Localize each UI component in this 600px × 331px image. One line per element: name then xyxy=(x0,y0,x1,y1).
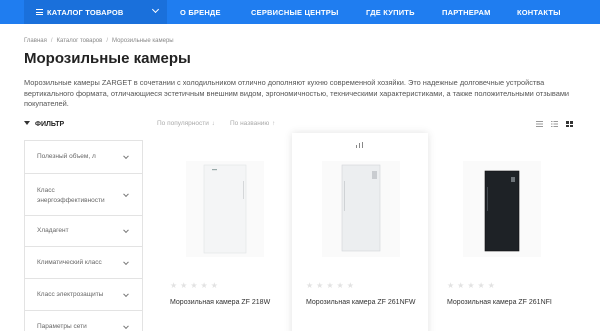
catalog-menu-label: КАТАЛОГ ТОВАРОВ xyxy=(47,8,124,17)
product-card[interactable]: ★★★★★ Морозильная камера ZF 261NFW xyxy=(292,133,428,331)
list-detailed-icon[interactable] xyxy=(551,121,558,127)
nav-item-about-brand[interactable]: О БРЕНДЕ xyxy=(180,8,221,17)
sort-label: По популярности xyxy=(157,120,209,127)
rating-stars[interactable]: ★★★★★ xyxy=(447,281,498,290)
filter-refrigerant[interactable]: Хладагент xyxy=(25,216,142,247)
compare-icon[interactable] xyxy=(356,142,364,150)
breadcrumb-current: Морозильные камеры xyxy=(112,38,174,44)
chevron-down-icon xyxy=(123,258,129,265)
sort-by-popularity[interactable]: По популярности ↓ xyxy=(157,120,215,127)
category-description: Морозильные камеры ZARGET в сочетании с … xyxy=(24,78,570,108)
rating-stars[interactable]: ★★★★★ xyxy=(306,281,357,290)
product-image[interactable] xyxy=(322,161,400,257)
product-card[interactable]: ★★★★★ Морозильная камера ZF 218W xyxy=(156,139,292,331)
filter-title: ФИЛЬТР xyxy=(35,121,65,128)
breadcrumb: Главная / Каталог товаров / Морозильные каме… xyxy=(24,38,174,44)
filter-label: Полезный объем, л xyxy=(37,153,96,160)
product-title[interactable]: Морозильная камера ZF 261NFW xyxy=(306,298,422,308)
chevron-down-icon xyxy=(123,322,129,329)
chevron-down-icon xyxy=(123,227,129,234)
filter-network-params[interactable]: Параметры сети xyxy=(25,311,142,331)
nav-item-partners[interactable]: ПАРТНЕРАМ xyxy=(442,8,491,17)
filter-label: Класс электрозащиты xyxy=(37,291,104,298)
filter-icon xyxy=(24,121,30,126)
filter-panel: Полезный объем, л Класс энергоэффективно… xyxy=(24,140,143,331)
nav-item-where-to-buy[interactable]: ГДЕ КУПИТЬ xyxy=(366,8,415,17)
breadcrumb-catalog[interactable]: Каталог товаров xyxy=(57,38,103,44)
sort-label: По названию xyxy=(230,120,270,127)
menu-icon xyxy=(36,9,43,15)
list-icon[interactable] xyxy=(536,121,543,127)
product-card[interactable]: ★★★★★ Морозильная камера ZF 261NFI xyxy=(433,139,569,331)
filter-energy-class[interactable]: Класс энергоэффективности xyxy=(25,174,142,216)
chevron-down-icon xyxy=(123,153,129,160)
chevron-down-icon xyxy=(123,190,129,197)
catalog-menu-button[interactable]: КАТАЛОГ ТОВАРОВ xyxy=(24,0,167,24)
filter-header[interactable]: ФИЛЬТР xyxy=(24,121,64,128)
breadcrumb-home[interactable]: Главная xyxy=(24,38,47,44)
nav-item-contacts[interactable]: КОНТАКТЫ xyxy=(517,8,561,17)
top-navigation: КАТАЛОГ ТОВАРОВ О БРЕНДЕ СЕРВИСНЫЕ ЦЕНТР… xyxy=(0,0,600,24)
page-title: Морозильные камеры xyxy=(24,50,191,67)
filter-useful-volume[interactable]: Полезный объем, л xyxy=(25,141,142,174)
filter-label: Хладагент xyxy=(37,227,69,234)
filter-label: Климатический класс xyxy=(37,259,102,266)
filter-label: Параметры сети xyxy=(37,323,87,330)
filter-electric-protection[interactable]: Класс электрозащиты xyxy=(25,279,142,311)
filter-label: Класс энергоэффективности xyxy=(37,187,105,204)
arrow-up-icon: ↑ xyxy=(272,121,276,127)
arrow-down-icon: ↓ xyxy=(211,121,215,127)
product-title[interactable]: Морозильная камера ZF 261NFI xyxy=(447,298,563,308)
chevron-down-icon xyxy=(123,290,129,297)
filter-climate-class[interactable]: Климатический класс xyxy=(25,247,142,279)
product-title[interactable]: Морозильная камера ZF 218W xyxy=(170,298,286,308)
nav-item-service-centers[interactable]: СЕРВИСНЫЕ ЦЕНТРЫ xyxy=(251,8,339,17)
product-image[interactable] xyxy=(186,161,264,257)
chevron-down-icon xyxy=(151,5,160,14)
rating-stars[interactable]: ★★★★★ xyxy=(170,281,221,290)
product-image[interactable] xyxy=(463,161,541,257)
grid-icon[interactable] xyxy=(566,121,573,127)
sort-by-name[interactable]: По названию ↑ xyxy=(230,120,275,127)
